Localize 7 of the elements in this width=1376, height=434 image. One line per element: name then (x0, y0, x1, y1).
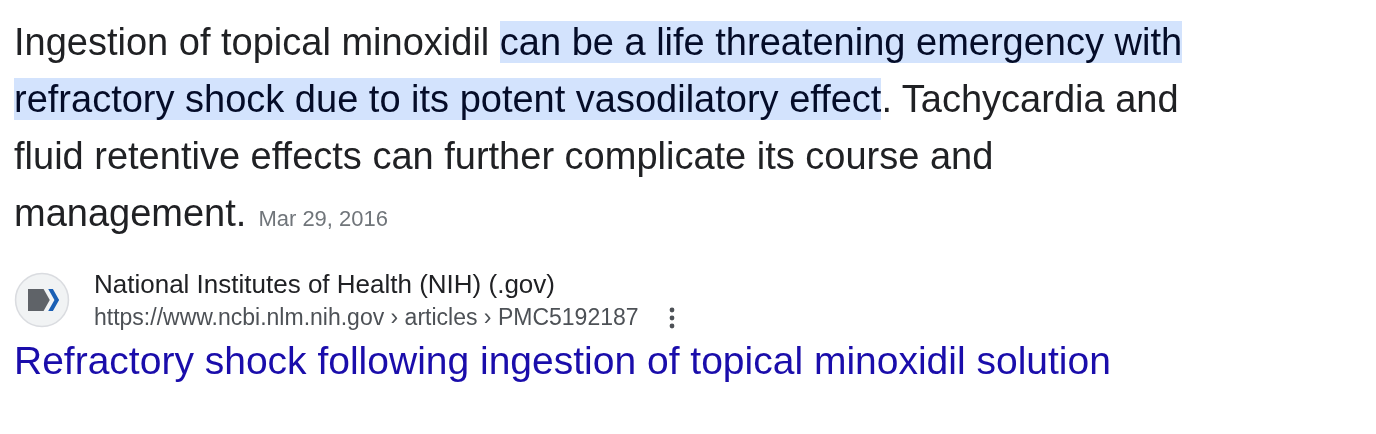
site-name: National Institutes of Health (NIH) (.gov) (94, 269, 556, 300)
site-favicon-icon (14, 272, 70, 328)
more-options-icon[interactable] (668, 306, 675, 329)
result-title-link[interactable]: Refractory shock following ingestion of topical minoxidil solution (14, 339, 1111, 383)
snippet-text: Ingestion of topical minoxidil can be a life threatening emergency with refractory shock due to its potent vasodilatory effect. Tachycardia and fluid retentive effects can further complicate its course and management. Mar 29, 2016 (14, 20, 1184, 236)
snippet-date: Mar 29, 2016 (258, 206, 388, 231)
result-url[interactable]: https://www.ncbi.nlm.nih.gov › articles › PMC5192187 (94, 304, 639, 331)
